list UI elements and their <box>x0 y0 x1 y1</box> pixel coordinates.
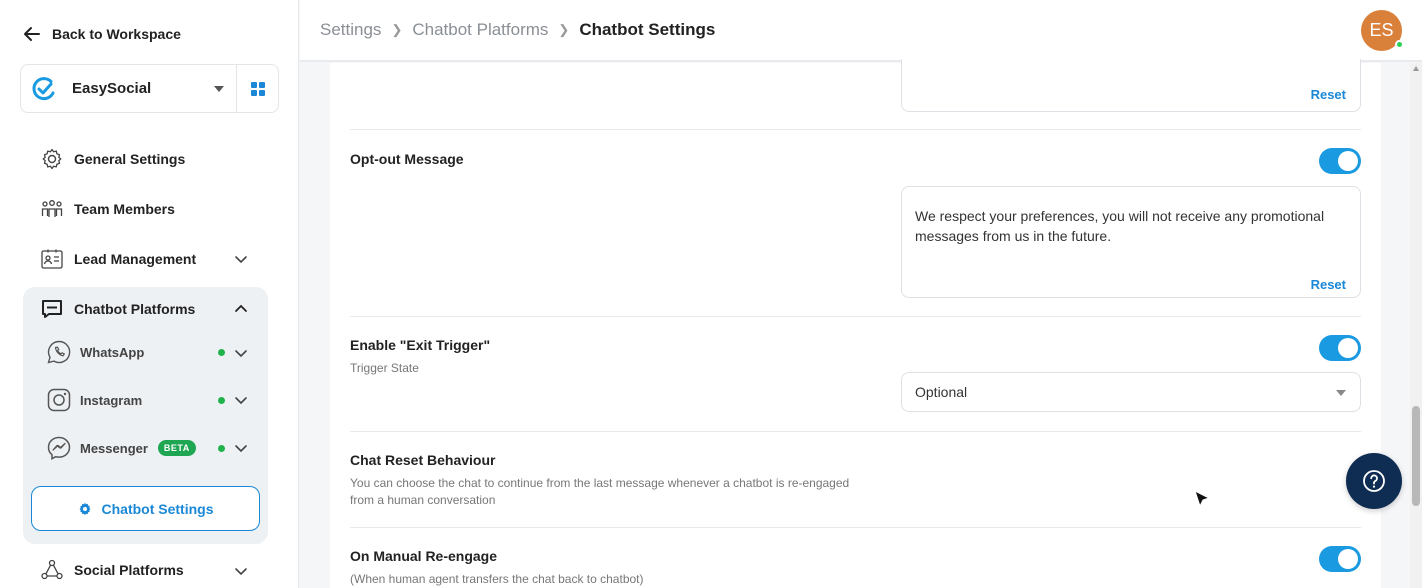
sidebar-item-label: WhatsApp <box>80 344 145 360</box>
sidebar-item-label: Messenger <box>80 440 148 456</box>
chatbot-settings-button[interactable]: Chatbot Settings <box>31 486 260 531</box>
divider <box>350 431 1361 432</box>
opt-out-message-text: We respect your preferences, you will no… <box>915 208 1325 244</box>
settings-card: Reset Opt-out Message We respect your pr… <box>330 59 1381 588</box>
sidebar-item-instagram[interactable]: Instagram <box>46 387 142 413</box>
reset-button[interactable]: Reset <box>1311 87 1346 102</box>
chevron-down-icon[interactable] <box>234 252 248 266</box>
question-icon <box>1363 470 1385 492</box>
opt-out-toggle[interactable] <box>1319 148 1361 174</box>
back-to-workspace-link[interactable]: Back to Workspace <box>22 24 181 44</box>
grid-icon <box>250 81 265 96</box>
sidebar-item-label: Team Members <box>74 201 175 217</box>
sidebar-item-social-platforms[interactable]: Social Platforms <box>40 558 184 582</box>
sidebar-item-label: Lead Management <box>74 251 197 267</box>
sidebar-item-whatsapp[interactable]: WhatsApp <box>46 339 144 365</box>
trigger-state-select[interactable]: Optional <box>901 372 1361 412</box>
opt-out-title: Opt-out Message <box>350 151 464 167</box>
sidebar-item-chatbot-platforms[interactable]: Chatbot Platforms <box>40 297 195 321</box>
workspace-dropdown[interactable]: EasySocial <box>21 65 237 112</box>
chevron-down-icon[interactable] <box>234 346 248 360</box>
divider <box>350 316 1361 317</box>
breadcrumb-settings[interactable]: Settings <box>320 20 381 40</box>
status-dot <box>218 349 225 356</box>
caret-down-icon <box>214 85 224 92</box>
breadcrumb-current: Chatbot Settings <box>579 20 716 39</box>
status-dot <box>218 445 225 452</box>
manual-reengage-title: On Manual Re-engage <box>350 548 498 564</box>
top-bar: Settings ❯ Chatbot Platforms ❯ Chatbot S… <box>300 0 1422 62</box>
chevron-right-icon: ❯ <box>558 22 570 37</box>
sidebar-item-label: Instagram <box>80 392 143 408</box>
chevron-down-icon[interactable] <box>234 393 248 407</box>
help-button[interactable] <box>1346 453 1402 509</box>
easysocial-logo-icon <box>32 76 55 100</box>
mouse-cursor-icon <box>1194 490 1211 508</box>
trigger-state-value: Optional <box>915 384 968 400</box>
workspace-selector: EasySocial <box>20 64 279 113</box>
contact-card-icon <box>40 247 64 271</box>
arrow-left-icon <box>24 27 40 41</box>
apps-grid-button[interactable] <box>237 81 278 96</box>
gear-icon <box>40 147 64 171</box>
team-icon <box>40 197 64 221</box>
user-avatar[interactable]: ES <box>1361 10 1404 51</box>
chevron-down-icon[interactable] <box>234 564 248 578</box>
avatar-initials: ES <box>1369 20 1394 40</box>
chevron-down-icon[interactable] <box>234 441 248 455</box>
trigger-state-label: Trigger State <box>350 361 419 375</box>
scrollbar-thumb[interactable] <box>1412 406 1420 506</box>
chevron-right-icon: ❯ <box>391 22 403 37</box>
sidebar-item-label: Social Platforms <box>74 562 184 578</box>
instagram-icon <box>46 387 72 413</box>
messenger-icon <box>46 435 72 461</box>
divider <box>350 129 1361 130</box>
sidebar: Back to Workspace EasySocial General Set… <box>0 0 299 588</box>
manual-reengage-toggle[interactable] <box>1319 546 1361 572</box>
sidebar-item-team-members[interactable]: Team Members <box>40 197 175 221</box>
chat-bubble-icon <box>40 297 64 321</box>
opt-out-message-textbox[interactable]: We respect your preferences, you will no… <box>901 186 1361 298</box>
previous-message-textbox[interactable]: Reset <box>901 59 1361 112</box>
sidebar-item-general-settings[interactable]: General Settings <box>40 147 185 171</box>
chatbot-settings-label: Chatbot Settings <box>101 500 214 517</box>
sidebar-item-messenger[interactable]: Messenger BETA <box>46 435 196 461</box>
network-icon <box>40 558 64 582</box>
sidebar-item-label: Chatbot Platforms <box>74 301 196 317</box>
status-dot <box>218 397 225 404</box>
whatsapp-icon <box>46 339 72 365</box>
sidebar-item-lead-management[interactable]: Lead Management <box>40 247 196 271</box>
chat-reset-description: You can choose the chat to continue from… <box>350 476 850 507</box>
workspace-name: EasySocial <box>72 80 152 97</box>
scroll-up-arrow-icon[interactable] <box>1413 66 1419 71</box>
reset-button[interactable]: Reset <box>1311 277 1346 292</box>
manual-reengage-subtitle: (When human agent transfers the chat bac… <box>350 572 644 586</box>
divider <box>350 527 1361 528</box>
scrollbar[interactable] <box>1410 63 1422 588</box>
online-indicator <box>1395 40 1404 49</box>
caret-down-icon <box>1336 390 1346 396</box>
gear-icon <box>79 502 90 515</box>
back-label: Back to Workspace <box>52 26 181 42</box>
chat-reset-title: Chat Reset Behaviour <box>350 452 496 468</box>
breadcrumb-chatbot-platforms[interactable]: Chatbot Platforms <box>412 20 548 40</box>
chevron-up-icon[interactable] <box>234 302 248 316</box>
exit-trigger-title: Enable "Exit Trigger" <box>350 337 491 353</box>
sidebar-item-label: General Settings <box>74 151 186 167</box>
exit-trigger-toggle[interactable] <box>1319 335 1361 361</box>
beta-badge: BETA <box>157 440 196 456</box>
